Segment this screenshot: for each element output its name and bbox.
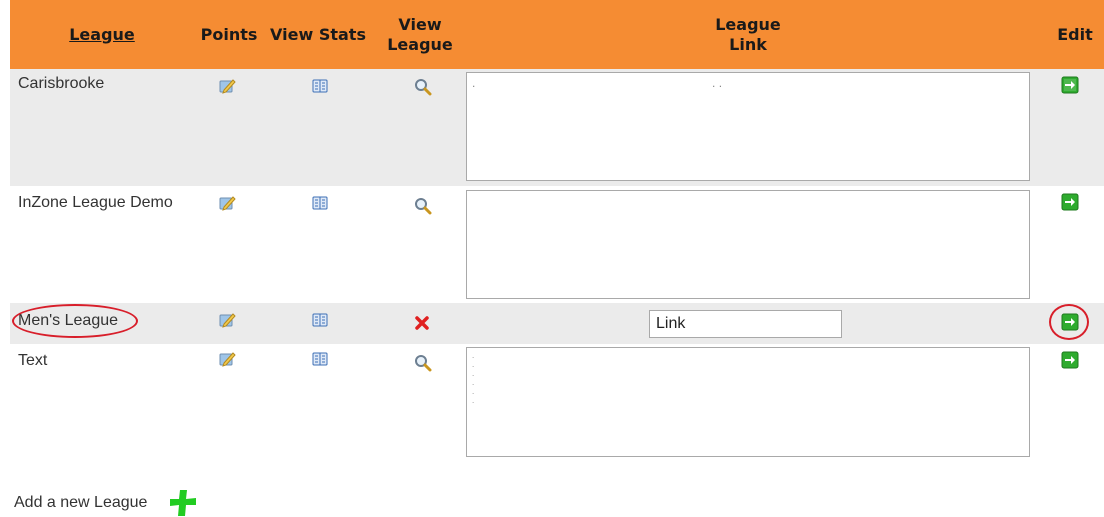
edit-arrow-icon[interactable] [1061,351,1079,369]
league-name: Text [18,352,48,369]
header-edit-label: Edit [1057,24,1093,44]
magnifier-icon[interactable] [414,197,432,215]
league-link-textarea[interactable]: . . . . . . [466,347,1030,457]
pencil-icon[interactable] [218,77,236,95]
header-league-label[interactable]: League [69,25,135,45]
add-league-link[interactable]: Add a new League [14,494,147,512]
add-league-label[interactable]: Add a new League [14,494,147,511]
header-points: Points [194,0,264,69]
table-row: Carisbrooke . . . [10,69,1104,186]
edit-arrow-icon[interactable] [1061,193,1079,211]
stats-book-icon[interactable] [312,79,328,93]
pencil-icon[interactable] [218,194,236,212]
league-link-input[interactable] [649,310,842,338]
league-name: InZone League Demo [18,194,173,211]
edit-arrow-icon[interactable] [1061,76,1079,94]
annotation-circle-league-name [12,304,138,338]
league-link-textarea[interactable]: . . . [466,72,1030,181]
plus-icon[interactable] [168,488,198,517]
header-league[interactable]: League [10,0,194,69]
header-league-link-line2: Link [729,34,767,54]
league-link-textarea[interactable] [466,190,1030,299]
annotation-circle-edit [1049,304,1089,340]
header-view-stats: View Stats [264,0,372,69]
magnifier-icon[interactable] [414,78,432,96]
table-row: InZone League Demo [10,186,1104,303]
header-league-link-line1: League [715,14,781,34]
magnifier-icon[interactable] [414,354,432,372]
league-name: Carisbrooke [18,75,105,92]
header-view-league-line2: League [387,34,453,54]
header-view-league-line1: View [398,14,442,34]
stats-book-icon[interactable] [312,196,328,210]
table-row: Men's League [10,303,1104,344]
pencil-icon[interactable] [218,350,236,368]
pencil-icon[interactable] [218,311,236,329]
header-league-link: League Link [468,0,1028,69]
header-view-league: View League [372,0,468,69]
stats-book-icon[interactable] [312,313,328,327]
table-row: Text . . . . . . [10,344,1104,462]
header-view-stats-label: View Stats [270,24,366,44]
header-edit: Edit [1046,0,1104,69]
stats-book-icon[interactable] [312,352,328,366]
red-x-icon[interactable] [414,315,430,331]
header-points-label: Points [200,24,258,44]
